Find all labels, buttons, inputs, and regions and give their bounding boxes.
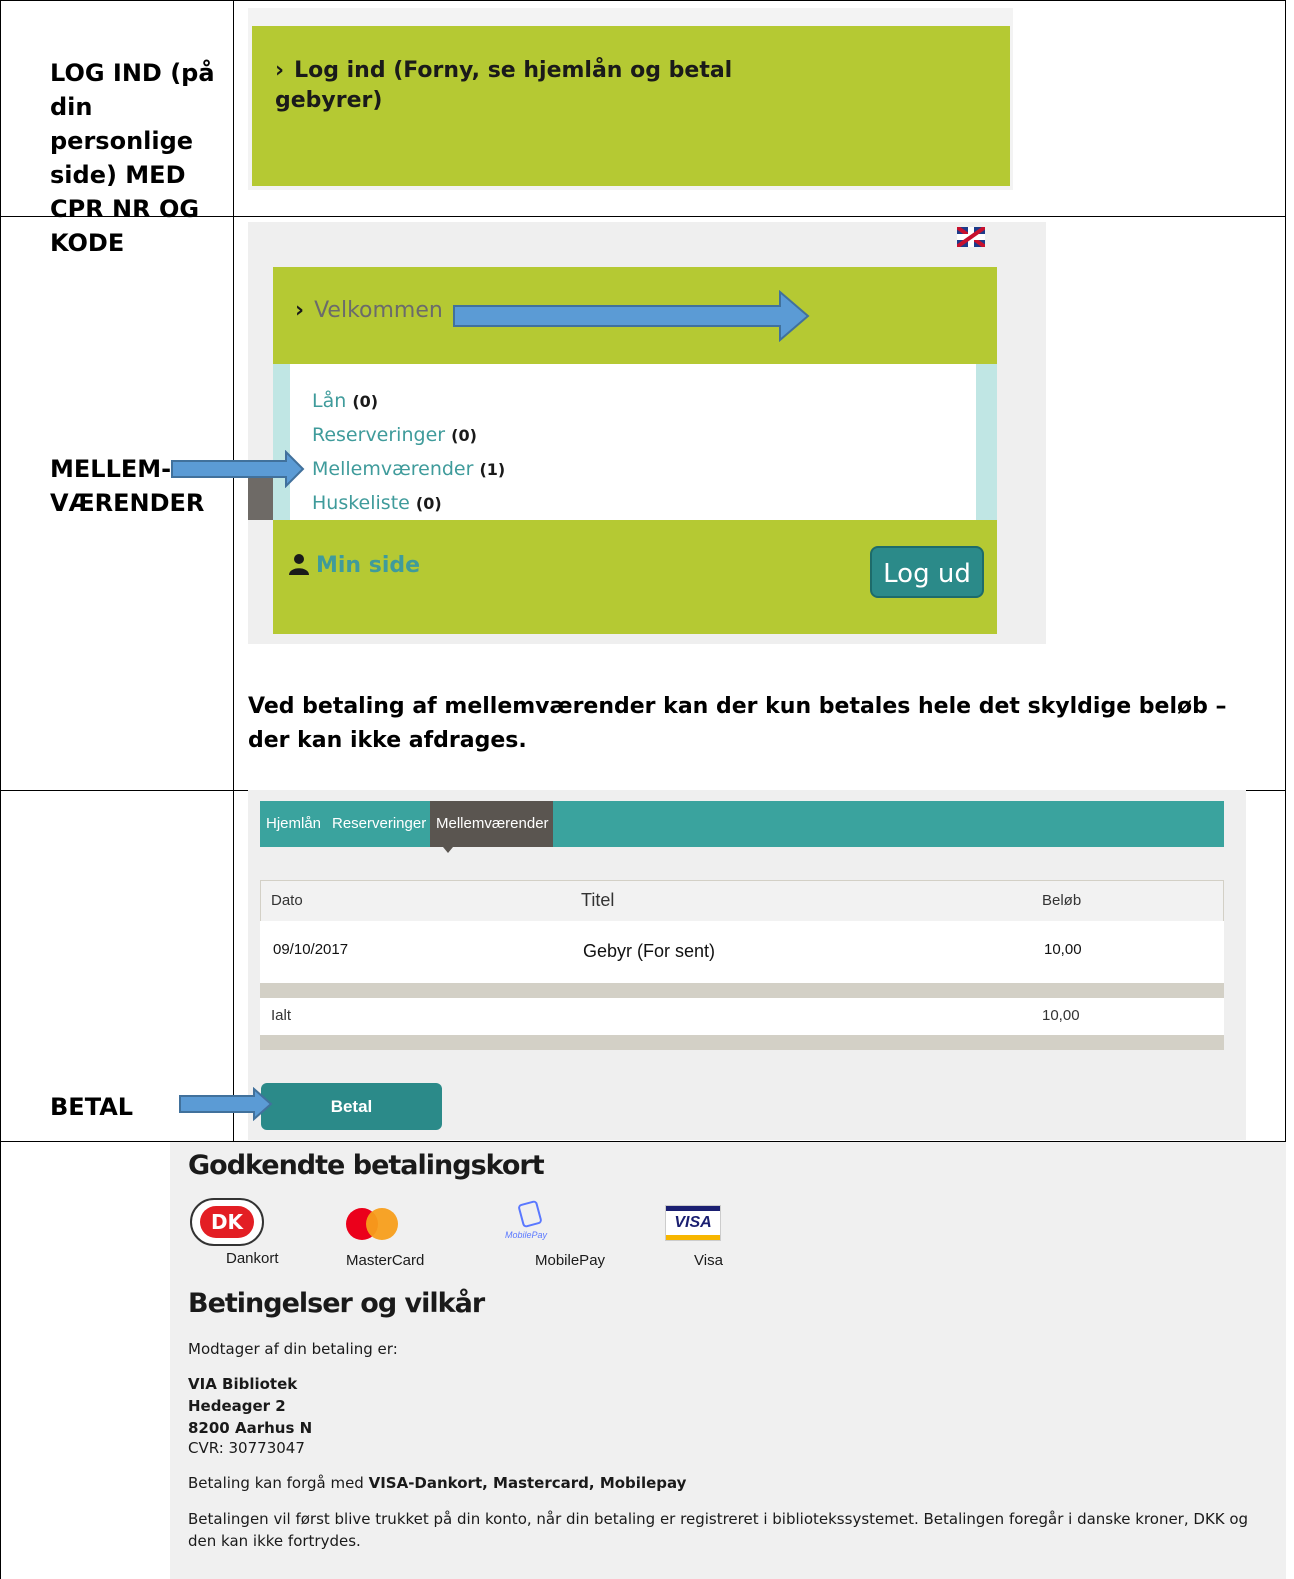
pay-balances-button[interactable]: Betal mellemværender [261, 1083, 442, 1163]
cards-heading: Godkendte betalingskort [188, 1150, 545, 1181]
list-item-loans[interactable]: Lån (0) [312, 390, 378, 412]
terms-heading: Betingelser og vilkår [188, 1288, 485, 1319]
welcome-label: Velkommen [314, 298, 443, 323]
betal-row-label: BETAL [50, 1093, 134, 1121]
header-title: Titel [581, 890, 615, 910]
user-icon [289, 554, 309, 575]
list-item-balances[interactable]: Mellemværender (1) [312, 458, 505, 480]
chevron-right-icon: › [295, 298, 305, 323]
dankort-icon: DK [190, 1198, 264, 1246]
payment-note: Ved betaling af mellemværender kan der k… [248, 694, 1227, 753]
payment-info: Betalingen vil først blive trukket på di… [188, 1510, 1249, 1550]
recipient-intro: Modtager af din betaling er: [188, 1340, 398, 1358]
welcome-text[interactable]: › Velkommen [295, 298, 443, 323]
my-page-label: Min side [316, 553, 421, 578]
tab-loans[interactable]: Hjemlån [266, 801, 321, 847]
total-label: Ialt [271, 1007, 292, 1024]
chevron-right-icon: › [275, 58, 285, 83]
tab-balances[interactable]: Mellemværender [436, 801, 549, 847]
mastercard-label: MasterCard [346, 1252, 425, 1269]
mastercard-icon [346, 1208, 400, 1240]
arrow-right-icon [453, 290, 810, 342]
recipient-cvr: CVR: 30773047 [188, 1439, 305, 1457]
grid-right-line [1285, 0, 1286, 1142]
recipient-name: VIA Bibliotek [188, 1375, 298, 1393]
mobilepay-icon: MobilePay [505, 1199, 565, 1244]
dankort-label: Dankort [226, 1250, 279, 1267]
row-date: 09/10/2017 [273, 941, 349, 958]
payment-methods: Betaling kan forgå med VISA-Dankort, Mas… [188, 1474, 687, 1492]
uk-flag-icon[interactable] [957, 227, 985, 247]
my-page-link[interactable]: Min side [288, 553, 420, 578]
grid-top-line [0, 0, 1286, 1]
header-date: Dato [271, 892, 303, 909]
tab-reservations[interactable]: Reserveringer [332, 801, 426, 847]
row-title: Gebyr (For sent) [583, 941, 716, 961]
visa-icon: VISA [665, 1205, 721, 1241]
table-separator [260, 983, 1224, 998]
table-footer [260, 1035, 1224, 1050]
list-item-reservations[interactable]: Reserveringer (0) [312, 424, 477, 446]
recipient-city: 8200 Aarhus N [188, 1419, 313, 1437]
login-row-label: LOG IND (på din personlige side) MED CPR… [50, 59, 215, 257]
visa-label: Visa [694, 1252, 723, 1269]
login-link[interactable]: › Log ind (Forny, se hjemlån og betal geb… [275, 56, 795, 116]
recipient-street: Hedeager 2 [188, 1397, 286, 1415]
list-item-wishlist[interactable]: Huskeliste (0) [312, 492, 442, 514]
arrow-right-icon [171, 450, 305, 488]
header-amount: Beløb [1042, 892, 1082, 909]
mobilepay-label: MobilePay [535, 1252, 606, 1269]
row-amount: 10,00 [1044, 941, 1082, 958]
total-amount: 10,00 [1042, 1007, 1080, 1024]
login-link-text: Log ind (Forny, se hjemlån og betal geby… [275, 58, 733, 113]
arrow-right-icon [179, 1087, 273, 1121]
logout-button[interactable]: Log ud [870, 546, 984, 598]
grid-divider-line [233, 0, 234, 1142]
